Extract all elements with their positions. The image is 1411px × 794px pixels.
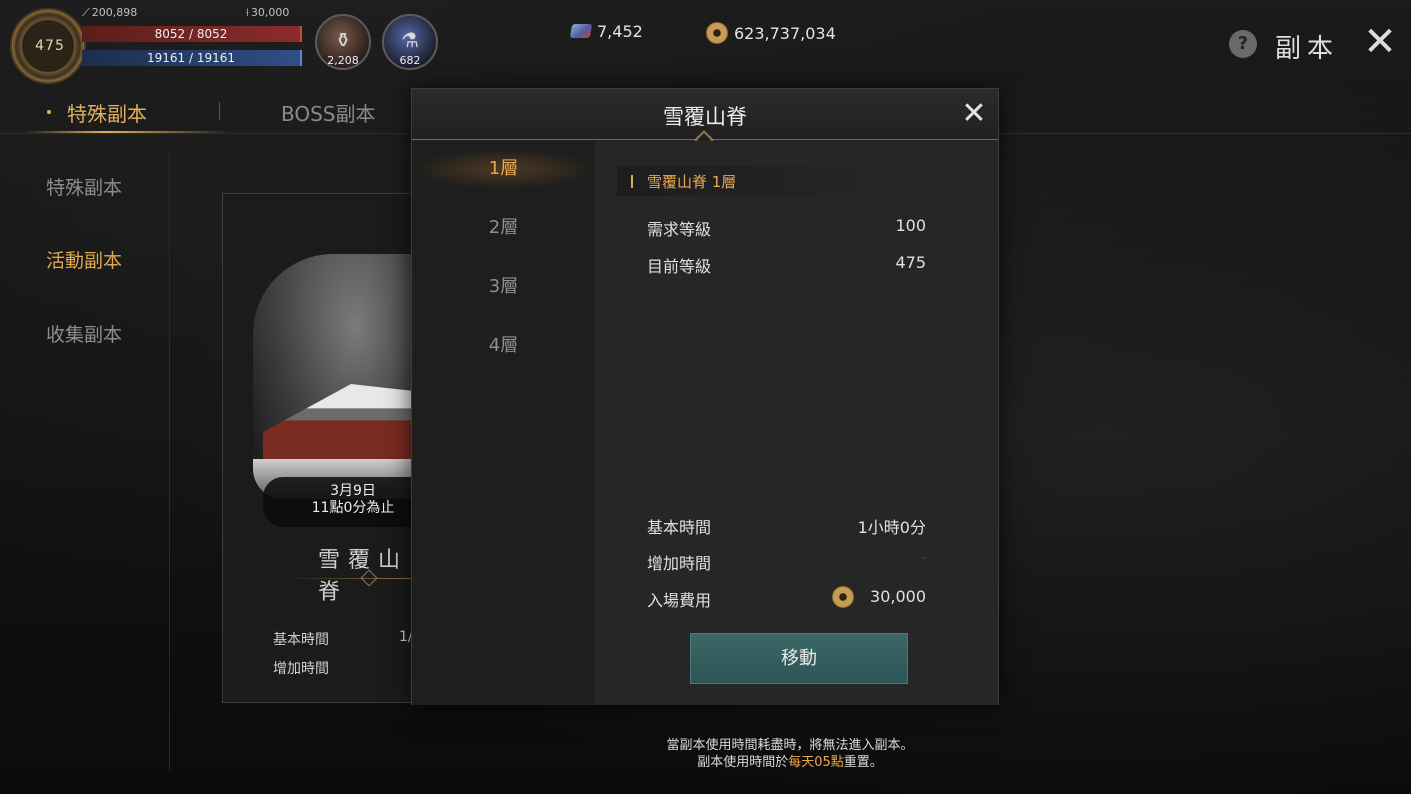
side-item-collection[interactable]: 收集副本 xyxy=(46,320,122,347)
tab-boss-dungeon[interactable]: BOSS副本 xyxy=(281,98,376,127)
level-badge[interactable]: 475 xyxy=(10,8,86,84)
mp-potion-slot[interactable]: ⚗ 682 xyxy=(382,14,438,70)
floor-list: 1層 2層 3層 4層 xyxy=(412,141,595,705)
mp-potion-count: 682 xyxy=(399,54,421,67)
reset-notice-line2: 副本使用時間於每天05點重置。 xyxy=(560,754,1020,771)
dungeon-card[interactable]: 3月9日 11點0分為止 雪覆山脊 基本時間 1/ 增加時間 xyxy=(222,193,423,703)
card-base-time-label: 基本時間 xyxy=(273,632,329,648)
side-item-special[interactable]: 特殊副本 xyxy=(46,173,122,200)
req-level-label: 需求等級 xyxy=(647,220,712,239)
floor-item-1[interactable]: 1層 xyxy=(412,149,595,189)
gem-currency: 7,452 xyxy=(569,22,643,41)
sword-icon: ⟋ xyxy=(82,6,90,19)
bow-icon: ⟊ xyxy=(246,6,249,19)
side-item-event[interactable]: 活動副本 xyxy=(46,246,122,273)
fee-coin-icon xyxy=(832,586,854,608)
tab-divider xyxy=(219,102,220,120)
attack-stat: ⟋ 200,898 xyxy=(82,6,137,20)
fee-label: 入場費用 xyxy=(647,591,712,610)
floor-item-3[interactable]: 3層 xyxy=(412,267,595,307)
hp-potion-icon: ⚱ xyxy=(334,28,352,52)
fee-value: 30,000 xyxy=(870,587,926,606)
help-icon[interactable]: ? xyxy=(1229,30,1257,58)
hud: 475 ⟋ 200,898 ⟊ 30,000 8052 / 8052 19161 /… xyxy=(0,0,1411,84)
add-time-label: 增加時間 xyxy=(647,554,712,573)
attack-value: 200,898 xyxy=(91,6,138,19)
base-time-label: 基本時間 xyxy=(647,518,712,537)
section-title: 雪覆山脊 1層 xyxy=(647,173,737,191)
reset-notice-time: 每天05點 xyxy=(788,755,844,770)
tab-special-dungeon[interactable]: 特殊副本 xyxy=(67,98,147,127)
reset-notice-line1: 當副本使用時間耗盡時，將無法進入副本。 xyxy=(666,738,914,753)
hp-bar: 8052 / 8052 xyxy=(82,26,302,42)
tab-underline xyxy=(22,131,232,133)
coin-icon xyxy=(706,22,728,44)
dungeon-floor-modal: 雪覆山脊 ✕ 1層 2層 3層 4層 雪覆山脊 1層 需求等級 100 目前等級… xyxy=(411,88,999,705)
card-add-time-label: 增加時間 xyxy=(273,661,329,677)
cur-level-label: 目前等級 xyxy=(647,257,712,276)
gold-currency: 623,737,034 xyxy=(706,22,836,44)
reset-notice-suffix: 重置。 xyxy=(843,755,883,770)
section-header: 雪覆山脊 1層 xyxy=(617,166,892,196)
gold-amount: 623,737,034 xyxy=(734,24,836,43)
base-time-value: 1小時0分 xyxy=(857,518,926,537)
req-level-value: 100 xyxy=(895,216,926,235)
reset-notice: 當副本使用時間耗盡時，將無法進入副本。 副本使用時間於每天05點重置。 xyxy=(560,737,1020,771)
card-ornament-line xyxy=(283,578,423,579)
secondary-stat: ⟊ 30,000 xyxy=(246,6,289,20)
secondary-value: 30,000 xyxy=(250,6,290,19)
add-time-value: - xyxy=(922,553,926,564)
mp-potion-icon: ⚗ xyxy=(401,28,419,52)
modal-close-icon[interactable]: ✕ xyxy=(957,97,991,131)
hp-potion-count: 2,208 xyxy=(327,54,359,67)
gem-icon xyxy=(569,24,593,38)
floor-item-4[interactable]: 4層 xyxy=(412,326,595,366)
cur-level-value: 475 xyxy=(895,253,926,272)
floor-item-2[interactable]: 2層 xyxy=(412,208,595,248)
page-title: 副本 xyxy=(1275,34,1340,64)
gem-amount: 7,452 xyxy=(597,22,643,41)
close-icon[interactable]: ✕ xyxy=(1360,22,1400,62)
move-button[interactable]: 移動 xyxy=(690,633,908,684)
tab-active-dot xyxy=(47,110,51,114)
level-number: 475 xyxy=(35,38,65,54)
reset-notice-prefix: 副本使用時間於 xyxy=(697,755,789,770)
hp-potion-slot[interactable]: ⚱ 2,208 xyxy=(315,14,371,70)
floor-detail: 雪覆山脊 1層 需求等級 100 目前等級 475 基本時間 1小時0分 增加時… xyxy=(595,141,998,705)
mp-bar: 19161 / 19161 xyxy=(82,50,302,66)
modal-title: 雪覆山脊 xyxy=(663,105,747,129)
side-menu: 特殊副本 活動副本 收集副本 xyxy=(0,150,170,770)
section-marker xyxy=(631,175,633,188)
